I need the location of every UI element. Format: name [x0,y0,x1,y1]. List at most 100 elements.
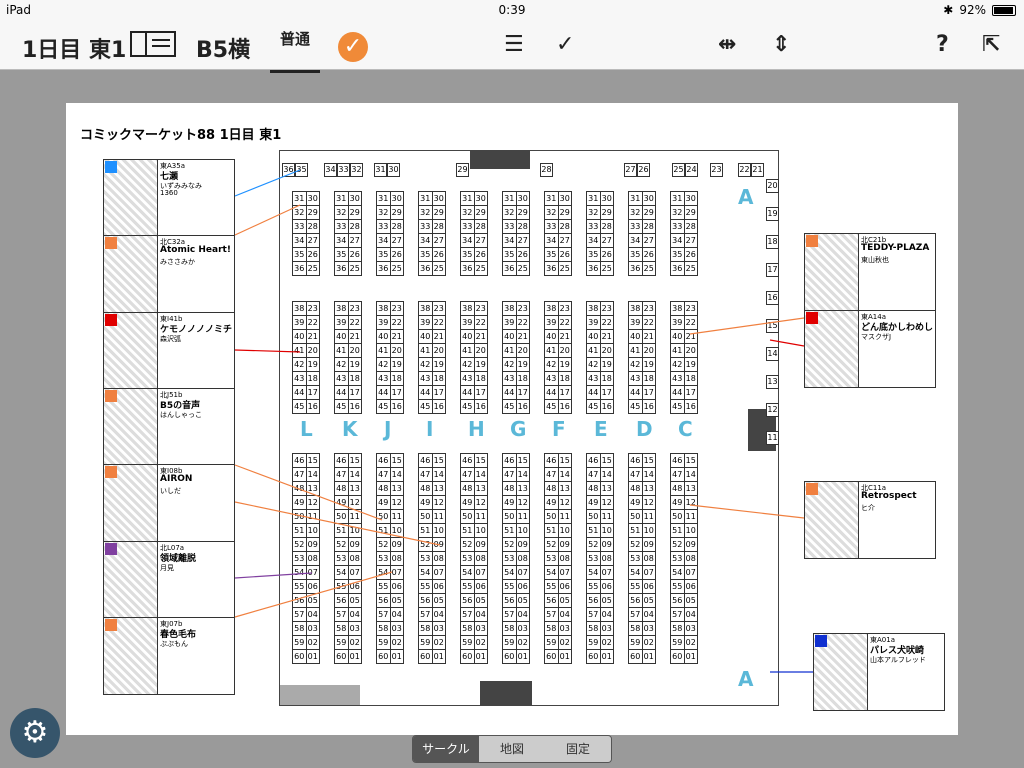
space-cell[interactable]: 16 [347,399,362,414]
space-cell[interactable]: 43 [292,371,307,386]
block-H-section-0[interactable]: 31 30 32 29 33 28 34 27 35 26 36 25 [460,191,488,276]
space-cell[interactable]: 19 [305,357,320,372]
space-cell[interactable]: 40 [460,329,475,344]
space-cell[interactable]: 04 [683,607,698,622]
block-D-section-1[interactable]: 38 23 39 22 40 21 41 20 42 19 43 18 44 17 45 16 [628,301,656,414]
space-cell[interactable]: 38 [460,301,475,316]
space-cell[interactable]: 60 [460,649,475,664]
space-cell[interactable]: 45 [502,399,517,414]
space-cell[interactable]: 20 [347,343,362,358]
space-cell[interactable]: 05 [431,593,446,608]
space-cell[interactable]: 32 [544,205,559,220]
space-cell[interactable]: 04 [473,607,488,622]
wall-space-a11[interactable]: 11 [766,431,779,445]
space-cell[interactable]: 47 [418,467,433,482]
space-cell[interactable]: 32 [628,205,643,220]
space-cell[interactable]: 20 [389,343,404,358]
space-cell[interactable]: 03 [389,621,404,636]
space-cell[interactable]: 57 [418,607,433,622]
space-cell[interactable]: 40 [334,329,349,344]
space-cell[interactable]: 12 [641,495,656,510]
space-cell[interactable]: 23 [473,301,488,316]
space-cell[interactable]: 11 [683,509,698,524]
space-cell[interactable]: 42 [628,357,643,372]
block-K-section-0[interactable]: 31 30 32 29 33 28 34 27 35 26 36 25 [334,191,362,276]
wall-space-a14[interactable]: 14 [766,347,779,361]
space-cell[interactable]: 57 [460,607,475,622]
space-cell[interactable]: 05 [473,593,488,608]
space-cell[interactable]: 18 [431,371,446,386]
space-cell[interactable]: 56 [292,593,307,608]
space-cell[interactable]: 22 [557,315,572,330]
space-cell[interactable]: 07 [599,565,614,580]
space-cell[interactable]: 29 [431,205,446,220]
space-cell[interactable]: 11 [557,509,572,524]
space-cell[interactable]: 33 [586,219,601,234]
space-cell[interactable]: 36 [586,261,601,276]
space-cell[interactable]: 19 [347,357,362,372]
space-cell[interactable]: 45 [460,399,475,414]
space-cell[interactable]: 28 [305,219,320,234]
space-cell[interactable]: 44 [628,385,643,400]
space-cell[interactable]: 01 [515,649,530,664]
space-cell[interactable]: 25 [641,261,656,276]
space-cell[interactable]: 22 [305,315,320,330]
block-E-section-3[interactable]: 54 07 55 06 56 05 57 04 58 03 59 02 60 01 [586,565,614,664]
block-F-section-0[interactable]: 31 30 32 29 33 28 34 27 35 26 36 25 [544,191,572,276]
space-cell[interactable]: 58 [670,621,685,636]
space-cell[interactable]: 53 [292,551,307,566]
space-cell[interactable]: 36 [628,261,643,276]
space-cell[interactable]: 08 [473,551,488,566]
space-cell[interactable]: 15 [557,453,572,468]
space-cell[interactable]: 18 [515,371,530,386]
space-cell[interactable]: 34 [292,233,307,248]
space-cell[interactable]: 20 [473,343,488,358]
space-cell[interactable]: 29 [557,205,572,220]
space-cell[interactable]: 40 [670,329,685,344]
space-cell[interactable]: 57 [628,607,643,622]
space-cell[interactable]: 58 [334,621,349,636]
space-cell[interactable]: 08 [347,551,362,566]
space-cell[interactable]: 33 [292,219,307,234]
space-cell[interactable]: 39 [670,315,685,330]
block-L-section-1[interactable]: 38 23 39 22 40 21 41 20 42 19 43 18 44 17 45 16 [292,301,320,414]
space-cell[interactable]: 49 [376,495,391,510]
block-H-section-2[interactable]: 46 15 47 14 48 13 49 12 50 11 51 10 52 09 53 08 [460,453,488,566]
space-cell[interactable]: 35 [292,247,307,262]
space-cell[interactable]: 45 [376,399,391,414]
space-cell[interactable]: 20 [431,343,446,358]
space-cell[interactable]: 54 [418,565,433,580]
space-cell[interactable]: 35 [502,247,517,262]
space-cell[interactable]: 53 [628,551,643,566]
space-cell[interactable]: 12 [515,495,530,510]
space-cell[interactable]: 41 [418,343,433,358]
space-cell[interactable]: 14 [305,467,320,482]
space-cell[interactable]: 03 [557,621,572,636]
space-cell[interactable]: 51 [544,523,559,538]
space-cell[interactable]: 52 [460,537,475,552]
space-cell[interactable]: 12 [473,495,488,510]
space-cell[interactable]: 41 [544,343,559,358]
block-D-section-3[interactable]: 54 07 55 06 56 05 57 04 58 03 59 02 60 01 [628,565,656,664]
space-cell[interactable]: 47 [460,467,475,482]
space-cell[interactable]: 29 [473,205,488,220]
space-cell[interactable]: 26 [557,247,572,262]
space-cell[interactable]: 16 [305,399,320,414]
space-cell[interactable]: 42 [502,357,517,372]
space-cell[interactable]: 53 [376,551,391,566]
wall-space-a12[interactable]: 12 [766,403,779,417]
space-cell[interactable]: 05 [389,593,404,608]
space-cell[interactable]: 10 [473,523,488,538]
space-cell[interactable]: 14 [599,467,614,482]
space-cell[interactable]: 55 [292,579,307,594]
space-cell[interactable]: 25 [557,261,572,276]
space-cell[interactable]: 53 [670,551,685,566]
space-cell[interactable]: 03 [599,621,614,636]
space-cell[interactable]: 04 [347,607,362,622]
wall-space-32[interactable]: 32 [350,163,363,177]
space-cell[interactable]: 49 [502,495,517,510]
space-cell[interactable]: 32 [670,205,685,220]
space-cell[interactable]: 38 [418,301,433,316]
space-cell[interactable]: 23 [305,301,320,316]
space-cell[interactable]: 55 [418,579,433,594]
